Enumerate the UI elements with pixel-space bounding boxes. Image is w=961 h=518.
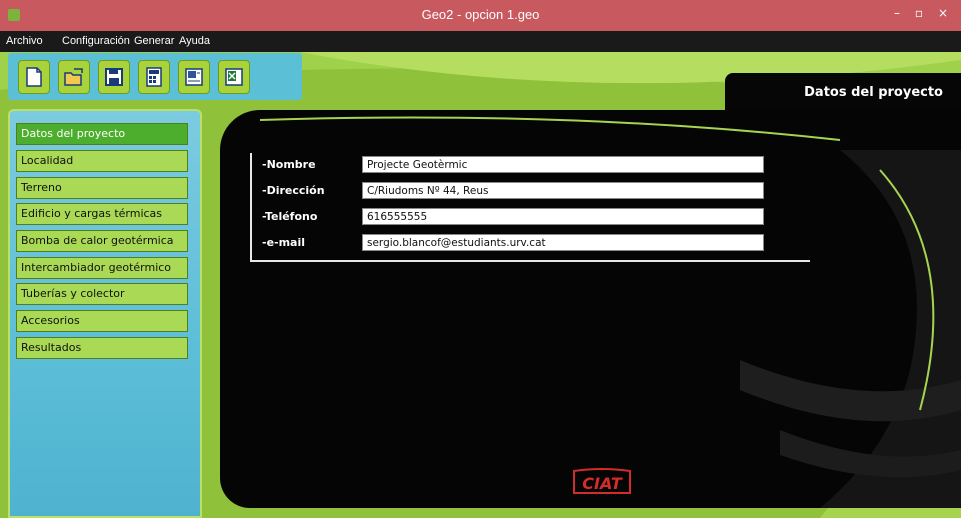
menu-archivo[interactable]: Archivo — [6, 35, 43, 47]
sidebar-item-localidad[interactable]: Localidad — [16, 150, 188, 172]
section-tab-label: Datos del proyecto — [804, 85, 943, 100]
new-file-button[interactable] — [18, 60, 50, 94]
window-title: Geo2 - opcion 1.geo — [421, 7, 540, 22]
menu-ayuda[interactable]: Ayuda — [179, 35, 210, 47]
telefono-field[interactable] — [362, 208, 764, 225]
sidebar-item-datos-proyecto[interactable]: Datos del proyecto — [16, 123, 188, 145]
menu-bar: Archivo Configuración Generar Ayuda — [0, 31, 961, 52]
calculator-button[interactable] — [138, 60, 170, 94]
sidebar-item-resultados[interactable]: Resultados — [16, 337, 188, 359]
maximize-button[interactable]: ▫ — [908, 4, 930, 22]
menu-configuracion[interactable]: Configuración — [62, 35, 130, 47]
sidebar-item-intercambiador[interactable]: Intercambiador geotérmico — [16, 257, 188, 279]
sidebar-item-accesorios[interactable]: Accesorios — [16, 310, 188, 332]
direccion-label: -Dirección — [262, 184, 325, 197]
sidebar-item-terreno[interactable]: Terreno — [16, 177, 188, 199]
calculator-icon — [146, 67, 162, 87]
save-icon — [105, 68, 123, 86]
nombre-field[interactable] — [362, 156, 764, 173]
open-button[interactable] — [58, 60, 90, 94]
title-bar: Geo2 - opcion 1.geo – ▫ × — [0, 0, 961, 31]
toolbar — [8, 53, 302, 100]
menu-generar[interactable]: Generar — [134, 35, 174, 47]
word-export-button[interactable] — [178, 60, 210, 94]
nombre-label: -Nombre — [262, 158, 316, 171]
sidebar-item-bomba-calor[interactable]: Bomba de calor geotérmica — [16, 230, 188, 252]
ciat-logo: CIAT — [573, 468, 631, 494]
new-file-icon — [26, 67, 42, 87]
excel-export-icon — [225, 68, 243, 86]
svg-text:CIAT: CIAT — [582, 474, 623, 493]
telefono-label: -Teléfono — [262, 210, 318, 223]
minimize-button[interactable]: – — [886, 4, 908, 22]
word-export-icon — [185, 68, 203, 86]
email-field[interactable] — [362, 234, 764, 251]
sidebar-item-edificio[interactable]: Edificio y cargas térmicas — [16, 203, 188, 225]
close-button[interactable]: × — [932, 4, 954, 22]
sidebar-item-tuberias[interactable]: Tuberías y colector — [16, 283, 188, 305]
email-label: -e-mail — [262, 236, 306, 249]
section-tab: Datos del proyecto — [725, 73, 961, 111]
save-button[interactable] — [98, 60, 130, 94]
direccion-field[interactable] — [362, 182, 764, 199]
excel-export-button[interactable] — [218, 60, 250, 94]
open-folder-icon — [64, 68, 83, 86]
